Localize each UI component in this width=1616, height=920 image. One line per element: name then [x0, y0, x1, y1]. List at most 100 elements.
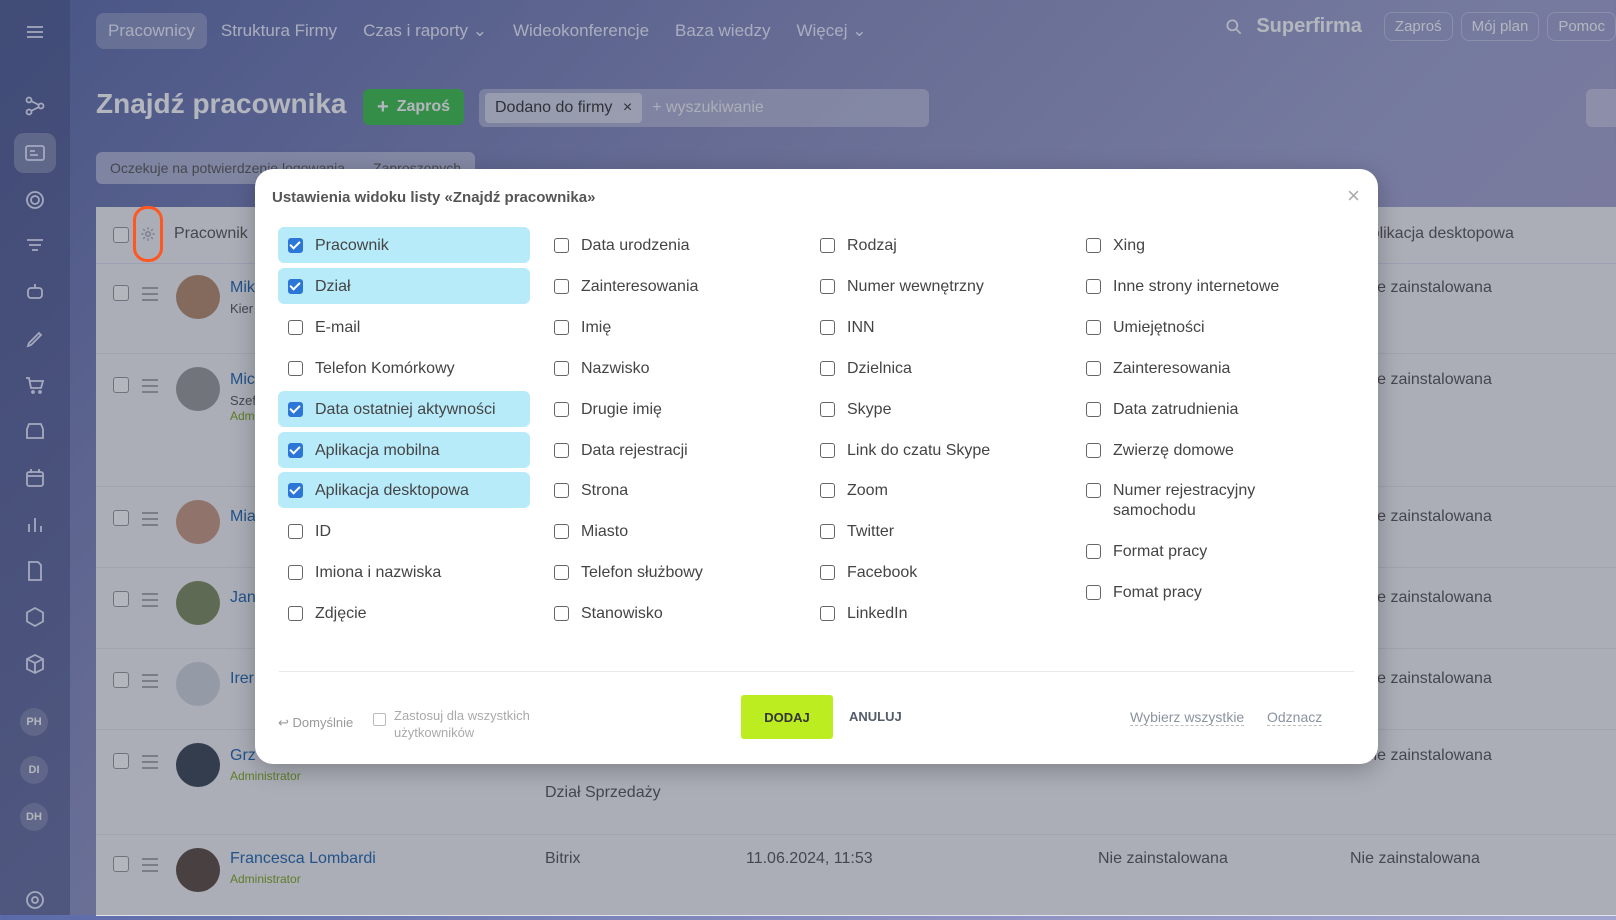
column-option[interactable]: Imię — [544, 309, 796, 345]
column-option[interactable]: Nazwisko — [544, 350, 796, 386]
column-option[interactable]: Inne strony internetowe — [1076, 268, 1328, 304]
checkbox[interactable] — [820, 360, 835, 376]
column-option[interactable]: Stanowisko — [544, 595, 796, 631]
checkbox[interactable] — [288, 606, 303, 622]
close-icon[interactable]: × — [1347, 183, 1360, 209]
checkbox[interactable] — [554, 483, 569, 499]
checkbox[interactable] — [288, 524, 303, 540]
add-button[interactable]: DODAJ — [741, 695, 833, 739]
column-option[interactable]: Drugie imię — [544, 391, 796, 427]
option-label: Zdjęcie — [315, 605, 367, 623]
column-option[interactable]: Miasto — [544, 513, 796, 549]
checkbox[interactable] — [820, 238, 835, 253]
checkbox[interactable] — [1086, 483, 1101, 499]
checkbox[interactable] — [288, 442, 303, 458]
checkbox[interactable] — [820, 483, 835, 499]
option-label: INN — [847, 318, 875, 336]
column-option[interactable]: INN — [810, 309, 1062, 345]
checkbox[interactable] — [288, 483, 303, 499]
column-option[interactable]: ID — [278, 513, 530, 549]
apply-all-users-checkbox[interactable]: Zastosuj dla wszystkich użytkowników — [373, 707, 544, 741]
column-option[interactable]: Aplikacja desktopowa — [278, 472, 530, 509]
column-option[interactable]: Rodzaj — [810, 227, 1062, 263]
checkbox[interactable] — [820, 278, 835, 294]
checkbox[interactable] — [1086, 585, 1101, 601]
column-option[interactable]: Imiona i nazwiska — [278, 554, 530, 590]
undo-icon: ↩ — [278, 715, 289, 730]
column-option[interactable]: Dział — [278, 267, 530, 304]
column-option[interactable]: Dzielnica — [810, 350, 1062, 386]
checkbox[interactable] — [554, 442, 569, 458]
checkbox[interactable] — [554, 565, 569, 581]
checkbox[interactable] — [554, 401, 569, 417]
column-option[interactable]: Aplikacja mobilna — [278, 431, 530, 468]
option-label: Imiona i nazwiska — [315, 564, 442, 582]
option-label: Rodzaj — [847, 237, 897, 254]
column-option[interactable]: Data zatrudnienia — [1076, 391, 1328, 427]
checkbox[interactable] — [288, 401, 303, 417]
checkbox[interactable] — [554, 360, 569, 376]
deselect-link[interactable]: Odznacz — [1267, 709, 1323, 726]
option-label: E-mail — [315, 318, 361, 336]
column-option[interactable]: Zdjęcie — [278, 595, 530, 631]
column-option[interactable]: LinkedIn — [810, 595, 1062, 631]
list-settings-gear-highlight[interactable] — [133, 206, 163, 262]
column-option[interactable]: Xing — [1076, 227, 1328, 263]
checkbox[interactable] — [1086, 442, 1101, 458]
option-label: Data zatrudnienia — [1113, 400, 1239, 418]
checkbox[interactable] — [554, 238, 569, 253]
checkbox[interactable] — [1086, 238, 1101, 253]
column-option[interactable]: Umiejętności — [1076, 309, 1328, 345]
column-option[interactable]: Telefon Komórkowy — [278, 350, 530, 386]
column-option[interactable]: Zainteresowania — [544, 268, 796, 304]
column-option[interactable]: Fomat pracy — [1076, 574, 1328, 610]
column-option[interactable]: Strona — [544, 472, 796, 508]
checkbox[interactable] — [820, 565, 835, 581]
checkbox[interactable] — [820, 442, 835, 458]
column-option[interactable]: Facebook — [810, 554, 1062, 590]
column-option[interactable]: Twitter — [810, 513, 1062, 549]
column-option[interactable]: Pracownik — [278, 227, 530, 263]
checkbox[interactable] — [373, 713, 386, 726]
checkbox[interactable] — [554, 319, 569, 335]
option-label: ID — [315, 523, 331, 541]
option-label: Format pracy — [1113, 543, 1208, 561]
checkbox[interactable] — [554, 524, 569, 540]
checkbox[interactable] — [1086, 319, 1101, 335]
column-option[interactable]: Numer wewnętrzny — [810, 268, 1062, 304]
checkbox[interactable] — [1086, 360, 1101, 376]
column-option[interactable]: Zwierzę domowe — [1076, 432, 1328, 468]
select-all-link[interactable]: Wybierz wszystkie — [1130, 709, 1245, 726]
checkbox[interactable] — [820, 524, 835, 540]
column-option[interactable]: Data urodzenia — [544, 227, 796, 263]
checkbox[interactable] — [288, 278, 303, 294]
checkbox[interactable] — [288, 238, 303, 253]
checkbox[interactable] — [1086, 278, 1101, 294]
cancel-button[interactable]: ANULUJ — [849, 709, 902, 724]
checkbox[interactable] — [820, 319, 835, 335]
column-option[interactable]: Zoom — [810, 472, 1062, 508]
checkbox[interactable] — [288, 319, 303, 335]
column-option[interactable]: Zainteresowania — [1076, 350, 1328, 386]
checkbox[interactable] — [1086, 401, 1101, 417]
checkbox[interactable] — [288, 360, 303, 376]
checkbox[interactable] — [554, 278, 569, 294]
divider — [279, 671, 1354, 672]
column-option[interactable]: E-mail — [278, 309, 530, 345]
column-option[interactable]: Data ostatniej aktywności — [278, 390, 530, 427]
option-label: Twitter — [847, 523, 895, 541]
column-option[interactable]: Data rejestracji — [544, 432, 796, 468]
gear-icon[interactable] — [139, 225, 157, 243]
column-option[interactable]: Telefon służbowy — [544, 554, 796, 590]
checkbox[interactable] — [820, 606, 835, 622]
checkbox[interactable] — [554, 606, 569, 622]
checkbox[interactable] — [820, 401, 835, 417]
column-option[interactable]: Link do czatu Skype — [810, 432, 1062, 468]
column-option[interactable]: Skype — [810, 391, 1062, 427]
column-option[interactable]: Format pracy — [1076, 533, 1328, 569]
checkbox[interactable] — [1086, 544, 1101, 560]
column-option[interactable]: Numer rejestracyjny samochodu — [1076, 472, 1328, 530]
option-label: Umiejętności — [1113, 318, 1205, 336]
checkbox[interactable] — [288, 565, 303, 581]
default-button[interactable]: ↩ Domyślnie — [278, 715, 353, 731]
